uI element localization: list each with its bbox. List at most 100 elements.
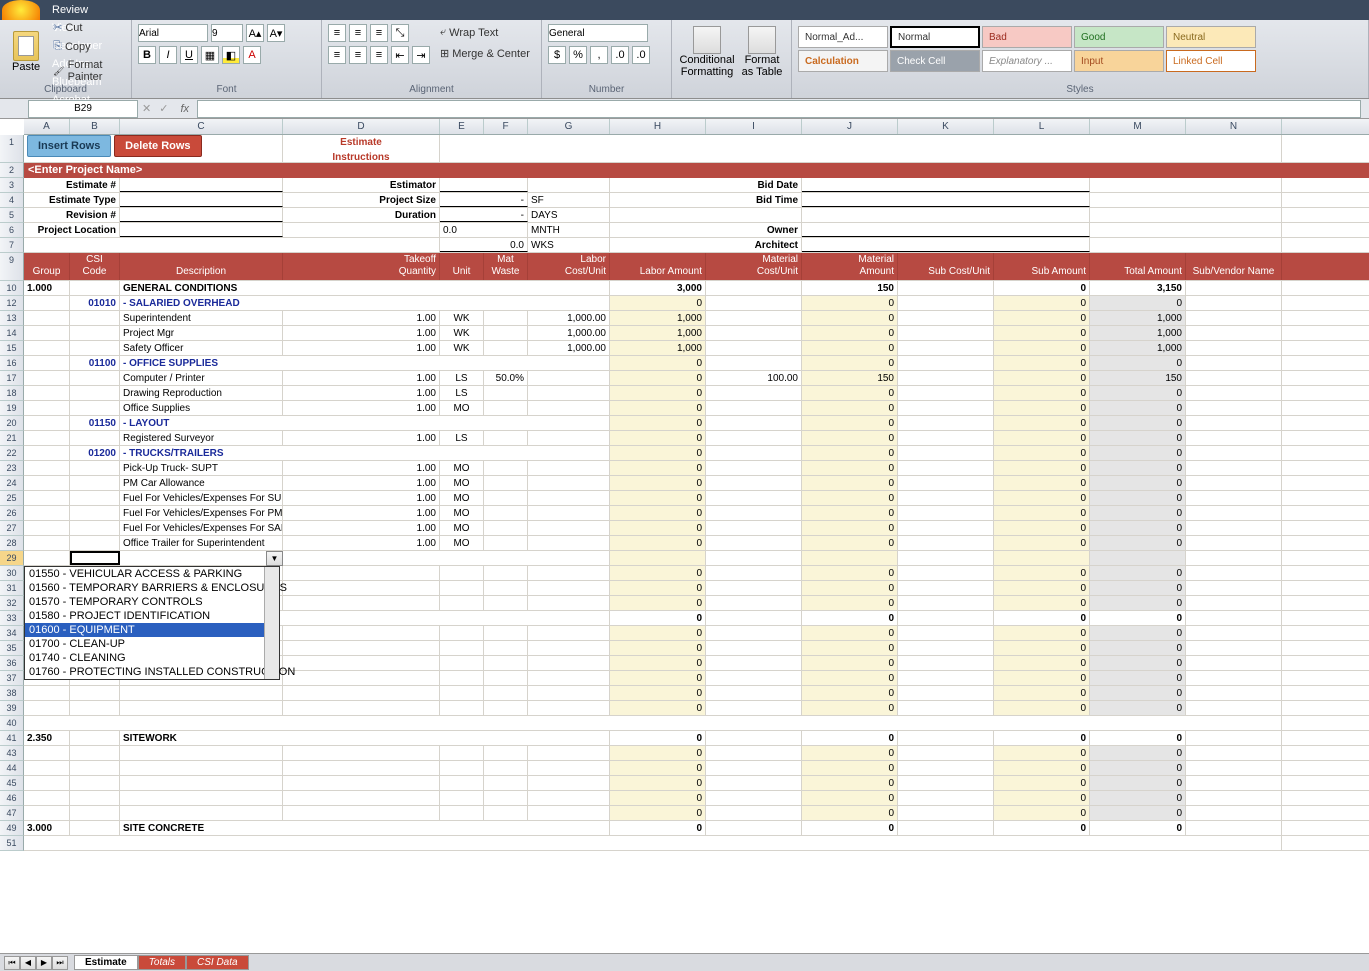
csi-desc[interactable]: - TRUCKS/TRAILERS — [120, 446, 610, 460]
line-desc[interactable]: Superintendent — [120, 311, 283, 325]
col-header-B[interactable]: B — [70, 119, 120, 134]
row-header-35[interactable]: 35 — [0, 641, 24, 656]
col-header-C[interactable]: C — [120, 119, 283, 134]
line-desc[interactable]: Fuel For Vehicles/Expenses For PM — [120, 506, 283, 520]
row-header-44[interactable]: 44 — [0, 761, 24, 776]
section-group[interactable]: 2.350 — [24, 731, 70, 745]
copy-button[interactable]: Copy — [49, 38, 125, 55]
dropdown-item[interactable]: 01700 - CLEAN-UP — [25, 637, 279, 651]
row-header-5[interactable]: 5 — [0, 208, 24, 223]
section-group[interactable]: 1.000 — [24, 281, 70, 295]
style-linkedcell[interactable]: Linked Cell — [1166, 50, 1256, 72]
row-header-25[interactable]: 25 — [0, 491, 24, 506]
row-header-18[interactable]: 18 — [0, 386, 24, 401]
col-header-H[interactable]: H — [610, 119, 706, 134]
line-desc[interactable]: Pick-Up Truck- SUPT — [120, 461, 283, 475]
align-center-button[interactable]: ≡ — [349, 46, 367, 64]
csi-code[interactable]: 01100 — [70, 356, 120, 370]
enter-icon[interactable]: ✓ — [155, 102, 172, 115]
row-header-31[interactable]: 31 — [0, 581, 24, 596]
orientation-button[interactable]: ⤡ — [391, 24, 409, 42]
style-normal[interactable]: Normal — [890, 26, 980, 48]
col-header-E[interactable]: E — [440, 119, 484, 134]
line-desc[interactable]: Safety Officer — [120, 341, 283, 355]
row-header-27[interactable]: 27 — [0, 521, 24, 536]
style-calculation[interactable]: Calculation — [798, 50, 888, 72]
underline-button[interactable]: U — [180, 46, 198, 64]
style-normalad[interactable]: Normal_Ad... — [798, 26, 888, 48]
estimate-instructions-link[interactable]: EstimateInstructions — [286, 135, 436, 162]
fill-color-button[interactable]: ◧ — [222, 46, 240, 64]
font-name-select[interactable] — [138, 24, 208, 42]
grow-font-button[interactable]: A▴ — [246, 24, 264, 42]
dropdown-arrow[interactable]: ▼ — [266, 551, 283, 566]
row-header-22[interactable]: 22 — [0, 446, 24, 461]
border-button[interactable]: ▦ — [201, 46, 219, 64]
format-as-table-button[interactable]: Format as Table — [739, 24, 785, 80]
number-format-select[interactable] — [548, 24, 648, 42]
csi-desc[interactable]: - LAYOUT — [120, 416, 610, 430]
row-header-13[interactable]: 13 — [0, 311, 24, 326]
wrap-text-button[interactable]: ⤶Wrap Text — [436, 24, 534, 41]
tab-review[interactable]: Review — [40, 1, 126, 19]
row-header-43[interactable]: 43 — [0, 746, 24, 761]
style-neutral[interactable]: Neutral — [1166, 26, 1256, 48]
section-group[interactable]: 3.000 — [24, 821, 70, 835]
selected-cell[interactable] — [70, 551, 120, 565]
row-header-17[interactable]: 17 — [0, 371, 24, 386]
dec-decimal-button[interactable]: .0 — [632, 46, 650, 64]
row-header-47[interactable]: 47 — [0, 806, 24, 821]
col-header-J[interactable]: J — [802, 119, 898, 134]
row-header-6[interactable]: 6 — [0, 223, 24, 238]
row-header-1[interactable]: 1 — [0, 135, 24, 163]
line-desc[interactable]: Office Supplies — [120, 401, 283, 415]
bold-button[interactable]: B — [138, 46, 156, 64]
tab-nav-last[interactable]: ⏭ — [52, 956, 68, 970]
row-header-12[interactable]: 12 — [0, 296, 24, 311]
row-header-2[interactable]: 2 — [0, 163, 24, 178]
row-header-37[interactable]: 37 — [0, 671, 24, 686]
row-header-46[interactable]: 46 — [0, 791, 24, 806]
currency-button[interactable]: $ — [548, 46, 566, 64]
csi-code[interactable]: 01150 — [70, 416, 120, 430]
tab-nav-first[interactable]: ⏮ — [4, 956, 20, 970]
row-header-4[interactable]: 4 — [0, 193, 24, 208]
indent-dec-button[interactable]: ⇤ — [391, 46, 409, 64]
dropdown-item[interactable]: 01760 - PROTECTING INSTALLED CONSTRUCTIO… — [25, 665, 279, 679]
project-title[interactable]: <Enter Project Name> — [24, 163, 1369, 178]
line-desc[interactable]: Computer / Printer — [120, 371, 283, 385]
percent-button[interactable]: % — [569, 46, 587, 64]
row-header-15[interactable]: 15 — [0, 341, 24, 356]
office-button[interactable] — [2, 0, 40, 20]
font-size-select[interactable] — [211, 24, 243, 42]
paste-button[interactable]: Paste — [6, 29, 46, 75]
fx-icon[interactable]: fx — [172, 103, 197, 115]
line-desc[interactable]: Project Mgr — [120, 326, 283, 340]
section-desc[interactable]: SITEWORK — [120, 731, 610, 745]
cut-button[interactable]: Cut — [49, 19, 125, 36]
font-color-button[interactable]: A — [243, 46, 261, 64]
row-header-9[interactable]: 9 — [0, 253, 24, 281]
row-header-10[interactable]: 10 — [0, 281, 24, 296]
row-header-51[interactable]: 51 — [0, 836, 24, 851]
row-header-21[interactable]: 21 — [0, 431, 24, 446]
style-explanatory[interactable]: Explanatory ... — [982, 50, 1072, 72]
csi-code[interactable]: 01010 — [70, 296, 120, 310]
row-header-14[interactable]: 14 — [0, 326, 24, 341]
row-header-28[interactable]: 28 — [0, 536, 24, 551]
dropdown-scrollbar[interactable] — [264, 567, 279, 679]
merge-center-button[interactable]: ⊞Merge & Center — [436, 45, 534, 62]
name-box[interactable] — [28, 100, 138, 118]
align-left-button[interactable]: ≡ — [328, 46, 346, 64]
col-header-N[interactable]: N — [1186, 119, 1282, 134]
row-header-19[interactable]: 19 — [0, 401, 24, 416]
tab-nav-next[interactable]: ▶ — [36, 956, 52, 970]
csi-dropdown[interactable]: 01550 - VEHICULAR ACCESS & PARKING01560 … — [24, 566, 280, 680]
dropdown-item[interactable]: 01740 - CLEANING — [25, 651, 279, 665]
delete-rows-button[interactable]: Delete Rows — [114, 135, 201, 157]
col-header-L[interactable]: L — [994, 119, 1090, 134]
indent-inc-button[interactable]: ⇥ — [412, 46, 430, 64]
row-header-36[interactable]: 36 — [0, 656, 24, 671]
cancel-icon[interactable]: ✕ — [138, 102, 155, 115]
sheet-tab-csi-data[interactable]: CSI Data — [186, 955, 249, 970]
